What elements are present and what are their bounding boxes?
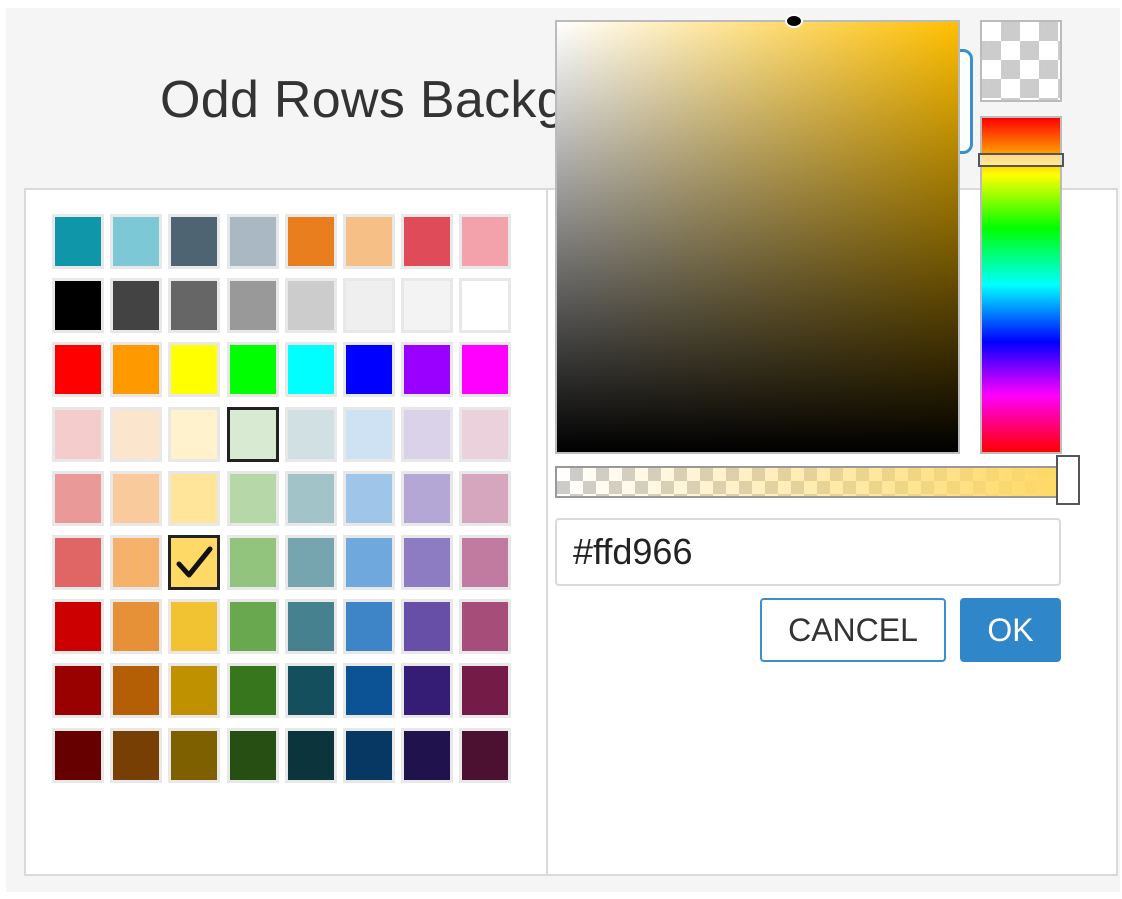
palette-swatch[interactable] — [52, 278, 104, 334]
palette-swatch[interactable] — [284, 727, 337, 783]
saturation-value-handle[interactable] — [785, 14, 803, 28]
cancel-button[interactable]: CANCEL — [760, 598, 946, 662]
palette-swatch[interactable] — [343, 663, 395, 719]
palette-swatch[interactable] — [459, 342, 512, 398]
palette-swatch[interactable] — [226, 342, 279, 398]
palette-swatch[interactable] — [459, 599, 512, 655]
palette-swatch[interactable] — [343, 535, 395, 590]
palette-swatch[interactable] — [110, 342, 163, 398]
palette-swatch[interactable] — [401, 599, 454, 655]
transparent-color-button[interactable] — [980, 20, 1062, 102]
palette-swatch[interactable] — [52, 214, 104, 269]
palette-swatch[interactable] — [343, 214, 395, 269]
palette-swatch[interactable] — [226, 535, 279, 590]
palette-swatch[interactable] — [459, 663, 512, 719]
palette-swatch[interactable] — [459, 406, 512, 462]
saturation-value-area[interactable] — [555, 20, 960, 454]
palette-swatch[interactable] — [52, 342, 104, 398]
checkmark-icon — [171, 538, 217, 587]
palette-swatch[interactable] — [284, 599, 337, 655]
palette-swatch[interactable] — [52, 470, 104, 526]
palette-swatch[interactable] — [343, 342, 395, 398]
palette-swatch[interactable] — [110, 470, 163, 526]
palette-swatch[interactable] — [401, 342, 454, 398]
palette-swatch[interactable] — [401, 406, 454, 462]
palette-swatch[interactable] — [168, 535, 221, 590]
palette-swatch[interactable] — [226, 663, 279, 719]
palette-swatch[interactable] — [343, 406, 395, 462]
palette-swatch[interactable] — [52, 535, 104, 590]
palette-swatch[interactable] — [343, 470, 395, 526]
hex-color-input[interactable] — [555, 518, 1061, 586]
palette-swatch[interactable] — [52, 727, 104, 783]
palette-swatch[interactable] — [343, 727, 395, 783]
palette-swatch[interactable] — [110, 214, 163, 269]
palette-swatch[interactable] — [459, 727, 512, 783]
palette-swatch[interactable] — [226, 599, 279, 655]
palette-swatch[interactable] — [401, 535, 454, 590]
palette-swatch[interactable] — [226, 214, 279, 269]
alpha-slider-handle[interactable] — [1056, 455, 1080, 505]
palette-swatch[interactable] — [168, 470, 221, 526]
palette-swatch[interactable] — [168, 663, 221, 719]
palette-swatch[interactable] — [284, 470, 337, 526]
palette-swatch[interactable] — [284, 214, 337, 269]
palette-swatch[interactable] — [110, 599, 163, 655]
palette-swatch[interactable] — [226, 727, 279, 783]
palette-swatch[interactable] — [168, 278, 221, 334]
palette-swatch[interactable] — [110, 535, 163, 590]
palette-swatch[interactable] — [401, 278, 454, 334]
palette-swatch[interactable] — [168, 342, 221, 398]
palette-swatch[interactable] — [168, 599, 221, 655]
palette-swatch[interactable] — [284, 406, 337, 462]
palette-swatch[interactable] — [110, 727, 163, 783]
palette-swatch[interactable] — [110, 663, 163, 719]
palette-swatch[interactable] — [168, 727, 221, 783]
hue-slider-handle[interactable] — [978, 153, 1064, 167]
color-palette — [52, 214, 522, 784]
palette-swatch[interactable] — [284, 342, 337, 398]
palette-swatch[interactable] — [168, 214, 221, 269]
ok-button[interactable]: OK — [960, 598, 1061, 662]
palette-swatch[interactable] — [52, 599, 104, 655]
palette-swatch[interactable] — [343, 278, 395, 334]
palette-swatch[interactable] — [168, 406, 221, 462]
palette-swatch[interactable] — [401, 663, 454, 719]
palette-swatch[interactable] — [459, 535, 512, 590]
palette-swatch[interactable] — [226, 278, 279, 334]
alpha-slider[interactable] — [555, 466, 1060, 498]
palette-swatch[interactable] — [284, 535, 337, 590]
palette-swatch[interactable] — [459, 214, 512, 269]
palette-swatch[interactable] — [52, 406, 104, 462]
palette-swatch[interactable] — [459, 278, 512, 334]
palette-swatch[interactable] — [226, 406, 279, 462]
palette-swatch[interactable] — [284, 278, 337, 334]
palette-swatch[interactable] — [110, 406, 163, 462]
palette-swatch[interactable] — [284, 663, 337, 719]
palette-swatch[interactable] — [459, 470, 512, 526]
palette-swatch[interactable] — [110, 278, 163, 334]
palette-swatch[interactable] — [401, 727, 454, 783]
palette-swatch[interactable] — [52, 663, 104, 719]
palette-swatch[interactable] — [343, 599, 395, 655]
palette-swatch[interactable] — [226, 470, 279, 526]
palette-swatch[interactable] — [401, 470, 454, 526]
palette-swatch[interactable] — [401, 214, 454, 269]
divider — [546, 190, 548, 874]
